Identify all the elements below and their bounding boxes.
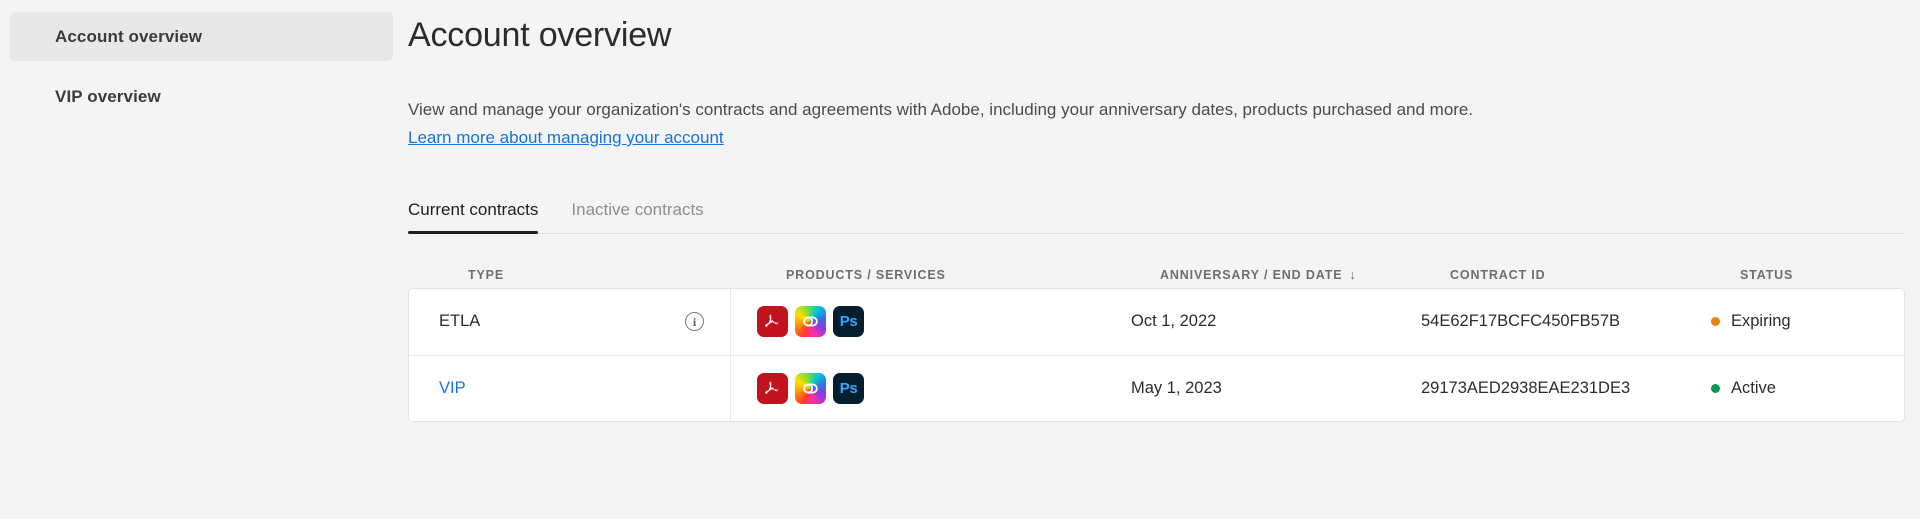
page-title: Account overview [408,16,672,54]
sidebar-item-label: Account overview [55,26,203,46]
table-row[interactable]: ETLA i Ps Oct 1, 2022 54E62F17BCFC450FB5… [409,288,1904,355]
sidebar-item-label: VIP overview [55,86,161,106]
tab-inactive-contracts[interactable]: Inactive contracts [571,200,703,233]
anniversary-date: Oct 1, 2022 [1131,312,1217,331]
main-content: Account overview View and manage your or… [408,0,1920,519]
tab-current-contracts[interactable]: Current contracts [408,199,539,234]
tab-label: Current contracts [408,199,539,219]
sidebar: Account overview VIP overview [0,0,408,519]
product-icon-group: Ps [757,372,864,404]
cell-contract-id: 54E62F17BCFC450FB57B [1421,312,1711,331]
cell-anniversary-end-date: Oct 1, 2022 [1131,312,1421,331]
column-header-label: ANNIVERSARY / END DATE [1160,267,1343,282]
status-dot-icon [1711,383,1720,393]
table-row[interactable]: VIP Ps May 1, 2023 29173AED2938EAE231DE3… [409,354,1904,421]
contract-type-link[interactable]: VIP [439,379,466,398]
cell-type: VIP [409,355,731,421]
account-overview-page: Account overview VIP overview Account ov… [0,0,1920,519]
column-header-status[interactable]: STATUS [1740,268,1905,282]
contract-type-label: ETLA [439,312,481,331]
sidebar-item-vip-overview[interactable]: VIP overview [10,72,393,121]
status-badge: Expiring [1711,312,1904,331]
column-header-products-services[interactable]: PRODUCTS / SERVICES [760,268,1160,282]
contracts-tablist: Current contracts Inactive contracts [408,200,1905,234]
cell-anniversary-end-date: May 1, 2023 [1131,379,1421,398]
acrobat-icon[interactable] [757,306,788,338]
status-badge: Active [1711,379,1904,398]
table-header-row: TYPE PRODUCTS / SERVICES ANNIVERSARY / E… [408,262,1905,288]
photoshop-glyph: Ps [839,313,858,331]
status-dot-icon [1711,317,1720,327]
cell-contract-id: 29173AED2938EAE231DE3 [1421,379,1711,398]
column-header-contract-id[interactable]: CONTRACT ID [1450,268,1740,282]
cell-type: ETLA i [409,288,731,355]
creative-cloud-icon[interactable] [795,306,826,338]
info-icon[interactable]: i [685,312,704,332]
learn-more-link[interactable]: Learn more about managing your account [408,128,724,148]
table-body: ETLA i Ps Oct 1, 2022 54E62F17BCFC450FB5… [408,287,1905,422]
cell-products-services: Ps [731,372,1131,404]
status-label: Active [1731,378,1776,397]
photoshop-icon[interactable]: Ps [833,306,864,338]
photoshop-icon[interactable]: Ps [833,372,864,404]
sort-descending-icon[interactable]: ↓ [1349,268,1356,281]
cell-status: Active [1711,379,1904,398]
cell-products-services: Ps [731,306,1131,338]
anniversary-date: May 1, 2023 [1131,378,1222,397]
contracts-table: TYPE PRODUCTS / SERVICES ANNIVERSARY / E… [408,262,1905,422]
column-header-type[interactable]: TYPE [438,268,760,282]
tab-label: Inactive contracts [571,199,704,219]
cell-status: Expiring [1711,312,1904,331]
column-header-anniversary-end-date[interactable]: ANNIVERSARY / END DATE ↓ [1160,268,1450,282]
status-label: Expiring [1731,312,1791,331]
product-icon-group: Ps [757,306,864,338]
page-description: View and manage your organization's cont… [408,100,1474,119]
creative-cloud-icon[interactable] [795,372,826,404]
contract-id-value: 29173AED2938EAE231DE3 [1421,378,1631,397]
contract-id-value: 54E62F17BCFC450FB57B [1421,312,1621,331]
photoshop-glyph: Ps [839,379,858,397]
acrobat-icon[interactable] [757,372,788,404]
sidebar-item-account-overview[interactable]: Account overview [10,12,393,61]
